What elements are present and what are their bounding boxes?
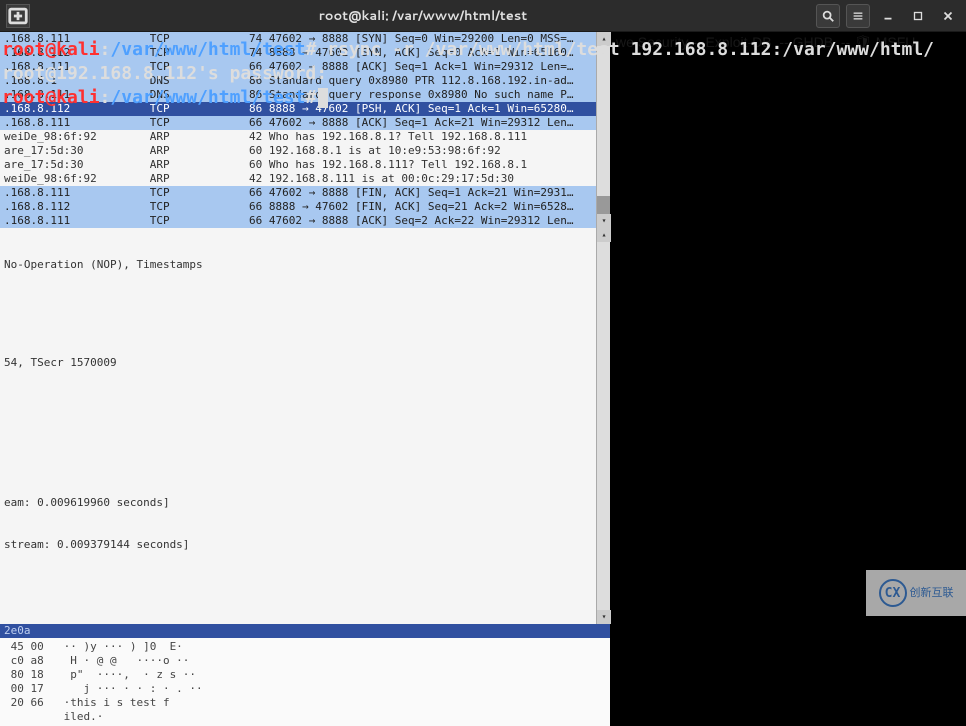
hamburger-menu-button[interactable] (846, 4, 870, 28)
watermark-icon: CX (879, 579, 907, 607)
hex-line: c0 a8 H · @ @ ····o ·· (4, 654, 606, 668)
packet-detail-pane: No-Operation (NOP), Timestamps 54, TSecr… (0, 228, 610, 624)
hex-pane-header: 2e0a (0, 624, 610, 638)
hex-line: 20 66 ·this i s test f (4, 696, 606, 710)
scroll-up-arrow[interactable]: ▴ (597, 228, 611, 242)
titlebar-left-group (6, 4, 30, 28)
packet-row[interactable]: are_17:5d:30 ARP 60 192.168.8.1 is at 10… (0, 144, 610, 158)
new-tab-button[interactable] (6, 4, 30, 28)
hex-line: 45 00 ·· )y ··· ) ]0 E· (4, 640, 606, 654)
packet-row[interactable]: are_17:5d:30 ARP 60 Who has 192.168.8.11… (0, 158, 610, 172)
prompt-hash: # (305, 39, 316, 60)
terminal-line-1: root@kali:/var/www/html/test# rsync -r /… (2, 38, 964, 62)
scroll-down-arrow[interactable]: ▾ (597, 610, 611, 624)
packet-row[interactable]: weiDe_98:6f:92 ARP 42 Who has 192.168.8.… (0, 130, 610, 144)
desktop-background-right: we Security -- Exploit-DB -- GHDB -- 🛡 M… (614, 32, 966, 616)
packet-row[interactable]: .168.8.111 TCP 66 47602 → 8888 [ACK] Seq… (0, 214, 610, 228)
prompt-colon: : (100, 39, 111, 60)
maximize-button[interactable] (906, 4, 930, 28)
watermark: CX 创新互联 (866, 570, 966, 616)
titlebar-right-group (816, 4, 960, 28)
packet-row[interactable]: .168.8.111 TCP 66 47602 → 8888 [ACK] Seq… (0, 116, 610, 130)
hex-line: 80 18 p" ····, · z s ·· (4, 668, 606, 682)
scroll-down-arrow[interactable]: ▾ (597, 214, 611, 228)
terminal-line-2: root@192.168.8.112's password: (2, 62, 964, 86)
packet-detail-line: 54, TSecr 1570009 (4, 356, 606, 370)
prompt-user: root@kali (2, 39, 100, 60)
packet-detail-line: stream: 0.009379144 seconds] (4, 538, 606, 552)
prompt-user: root@kali (2, 87, 100, 108)
packet-detail-line: eam: 0.009619960 seconds] (4, 496, 606, 510)
packet-detail-line: No-Operation (NOP), Timestamps (4, 258, 606, 272)
hex-line: iled.· (4, 710, 606, 724)
close-button[interactable] (936, 4, 960, 28)
window-title: root@kali: /var/www/html/test (30, 7, 816, 25)
command-text: rsync -r /var/www/html/test 192.168.8.11… (316, 39, 934, 60)
hex-dump-pane: 45 00 ·· )y ··· ) ]0 E· c0 a8 H · @ @ ··… (0, 638, 610, 726)
packet-row[interactable]: weiDe_98:6f:92 ARP 42 192.168.8.111 is a… (0, 172, 610, 186)
window-titlebar: root@kali: /var/www/html/test (0, 0, 966, 32)
prompt-colon: : (100, 87, 111, 108)
packet-row[interactable]: .168.8.111 TCP 66 47602 → 8888 [FIN, ACK… (0, 186, 610, 200)
terminal-line-3: root@kali:/var/www/html/test# (2, 86, 964, 110)
prompt-hash: # (305, 87, 316, 108)
terminal-content[interactable]: root@kali:/var/www/html/test# rsync -r /… (0, 32, 966, 116)
watermark-text: 创新互联 (910, 588, 954, 599)
prompt-path: /var/www/html/test (110, 39, 305, 60)
hex-line: 00 17 j ··· · · : · . ·· (4, 682, 606, 696)
search-button[interactable] (816, 4, 840, 28)
packet-row[interactable]: .168.8.112 TCP 66 8888 → 47602 [FIN, ACK… (0, 200, 610, 214)
prompt-path: /var/www/html/test (110, 87, 305, 108)
minimize-button[interactable] (876, 4, 900, 28)
terminal-cursor (318, 88, 328, 108)
